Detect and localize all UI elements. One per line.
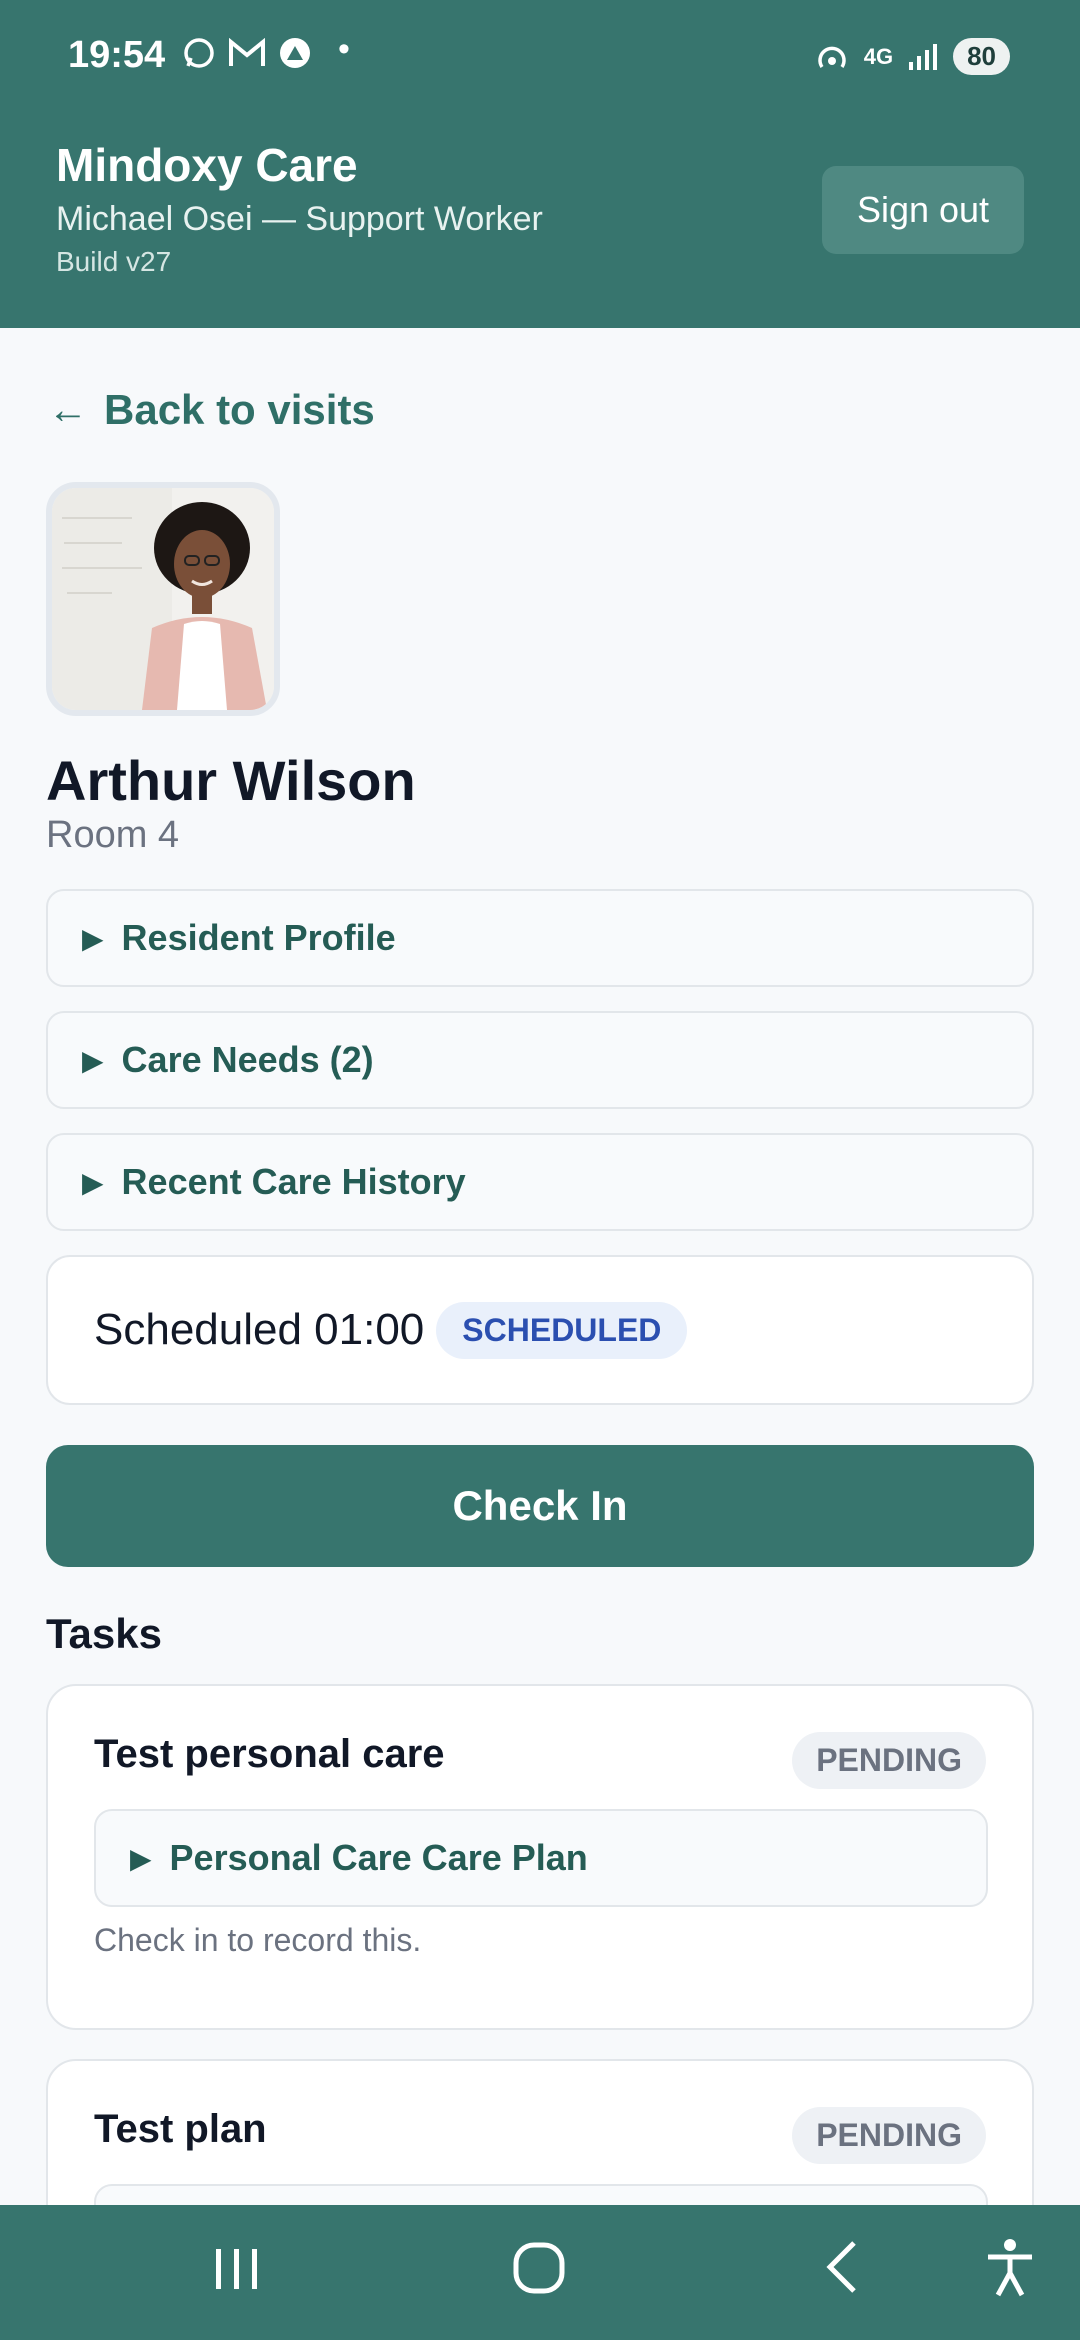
accessibility-icon[interactable] bbox=[984, 2235, 1036, 2302]
battery-indicator: 80 bbox=[953, 38, 1010, 75]
recent-apps-icon[interactable] bbox=[212, 2235, 262, 2300]
more-notifications-dot: • bbox=[338, 30, 350, 68]
status-bar: 19:54 • 4G 80 bbox=[0, 0, 1080, 120]
scheduled-time: Scheduled 01:00 bbox=[94, 1305, 425, 1354]
task-card: Test personal care PENDING ▶ Personal Ca… bbox=[46, 1684, 1034, 2030]
expand-triangle-icon: ▶ bbox=[82, 1044, 104, 1076]
user-info: Michael Osei — Support Worker bbox=[56, 200, 543, 238]
expand-triangle-icon: ▶ bbox=[130, 1842, 152, 1874]
task-title: Test personal care bbox=[94, 1732, 445, 1776]
sign-out-button[interactable]: Sign out bbox=[822, 166, 1024, 254]
status-badge: SCHEDULED bbox=[436, 1301, 688, 1359]
resident-photo bbox=[46, 482, 280, 716]
back-arrow-icon: ← bbox=[48, 387, 88, 432]
section-label: Care Needs (2) bbox=[121, 1039, 374, 1080]
back-to-visits-link[interactable]: ← Back to visits bbox=[48, 386, 375, 434]
back-link-label: Back to visits bbox=[104, 386, 375, 433]
home-icon[interactable] bbox=[512, 2235, 568, 2300]
app-notification-icon bbox=[280, 38, 310, 68]
resident-room: Room 4 bbox=[46, 814, 180, 856]
tasks-heading: Tasks bbox=[46, 1610, 162, 1657]
build-version: Build v27 bbox=[56, 246, 172, 277]
care-plan-section[interactable]: ▶ Personal Care Care Plan bbox=[94, 1809, 988, 1907]
task-status-badge: PENDING bbox=[792, 2107, 986, 2164]
resident-profile-section[interactable]: ▶ Resident Profile bbox=[46, 889, 1034, 987]
app-title: Mindoxy Care bbox=[56, 139, 358, 191]
schedule-card: Scheduled 01:00 SCHEDULED bbox=[46, 1255, 1034, 1405]
care-plan-label: Personal Care Care Plan bbox=[169, 1837, 588, 1878]
signal-icon bbox=[909, 43, 938, 70]
task-status-badge: PENDING bbox=[792, 1732, 986, 1789]
section-label: Recent Care History bbox=[121, 1161, 466, 1202]
task-title: Test plan bbox=[94, 2107, 267, 2151]
section-label: Resident Profile bbox=[121, 917, 396, 958]
expand-triangle-icon: ▶ bbox=[82, 1166, 104, 1198]
check-in-button[interactable]: Check In bbox=[46, 1445, 1034, 1567]
status-time: 19:54 bbox=[68, 34, 166, 76]
back-icon[interactable] bbox=[822, 2235, 862, 2300]
notification-icons bbox=[182, 36, 312, 70]
hotspot-icon bbox=[818, 46, 846, 68]
recent-care-history-section[interactable]: ▶ Recent Care History bbox=[46, 1133, 1034, 1231]
resident-name: Arthur Wilson bbox=[46, 749, 416, 812]
gmail-icon bbox=[229, 38, 265, 66]
whatsapp-icon bbox=[184, 38, 214, 68]
system-navigation-bar bbox=[0, 2205, 1080, 2340]
task-note: Check in to record this. bbox=[94, 1922, 422, 1958]
care-needs-section[interactable]: ▶ Care Needs (2) bbox=[46, 1011, 1034, 1109]
expand-triangle-icon: ▶ bbox=[82, 922, 104, 954]
system-status-icons: 4G 80 bbox=[814, 38, 1010, 75]
network-type: 4G bbox=[863, 43, 894, 69]
app-header: Mindoxy Care Michael Osei — Support Work… bbox=[0, 120, 1080, 328]
